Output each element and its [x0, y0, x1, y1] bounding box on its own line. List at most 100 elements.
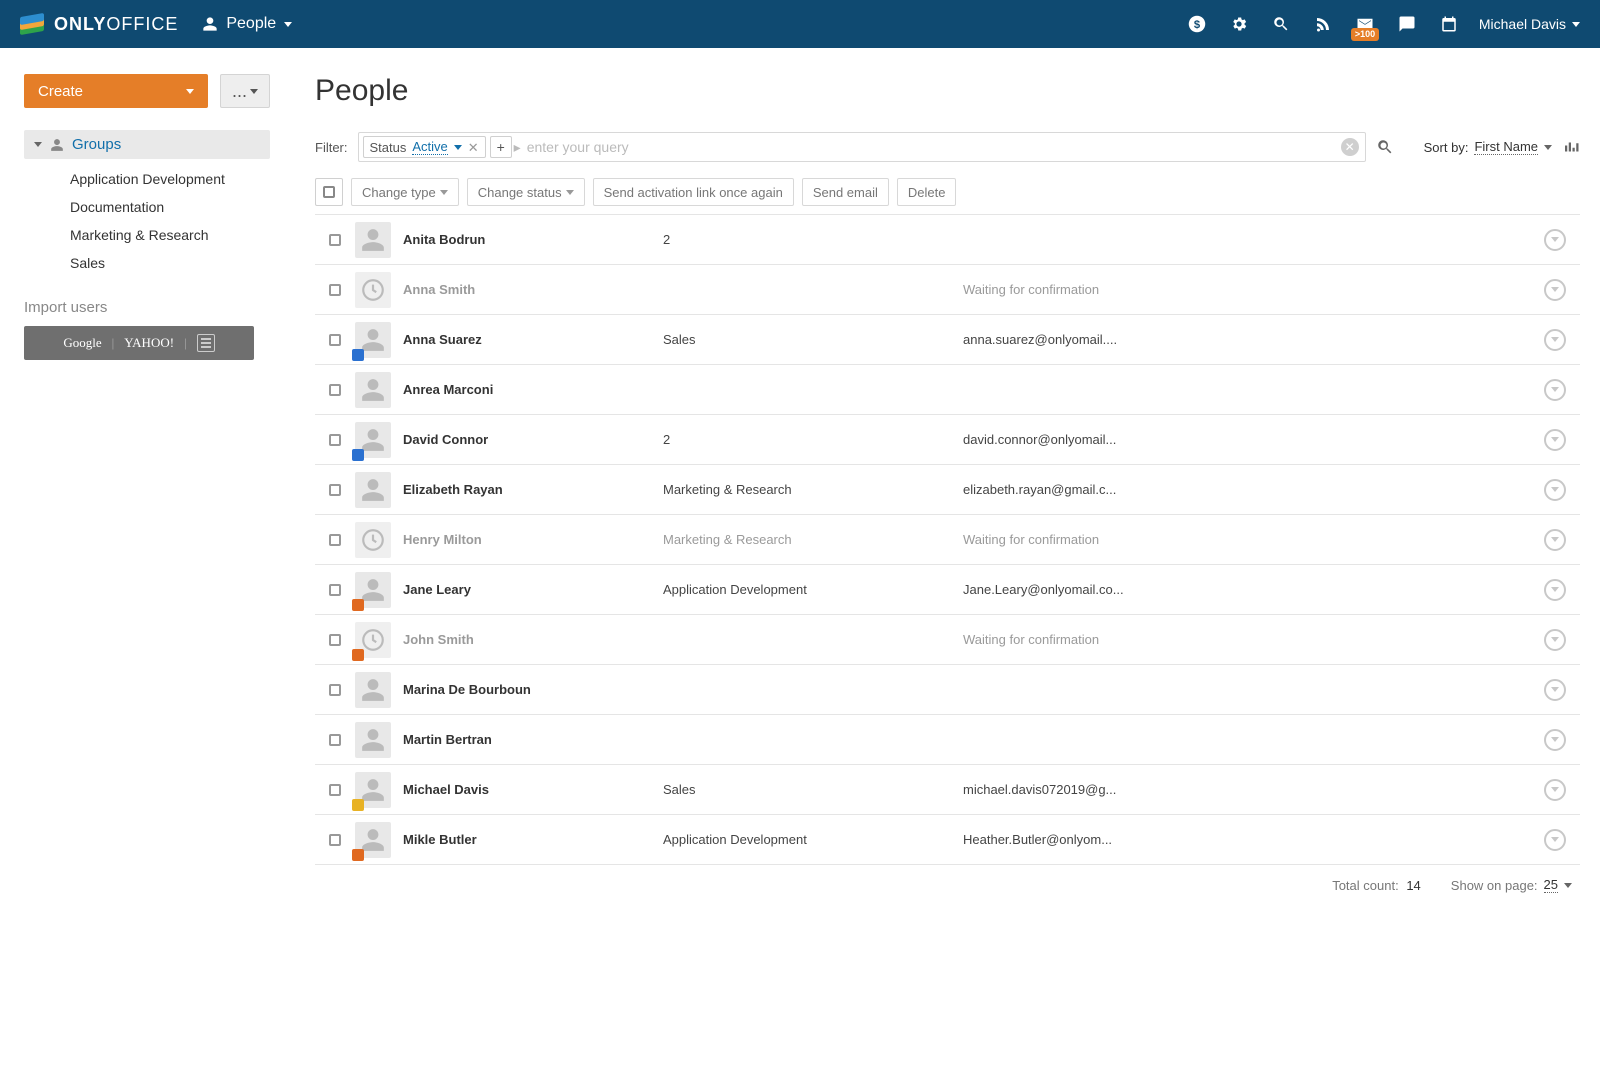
- change-status-button[interactable]: Change status: [467, 178, 585, 206]
- import-users-label: Import users: [24, 299, 270, 316]
- row-actions-menu[interactable]: [1544, 729, 1566, 751]
- separator: |: [112, 335, 115, 351]
- current-user-menu[interactable]: Michael Davis: [1479, 16, 1580, 32]
- per-page-selector[interactable]: Show on page: 25: [1451, 877, 1572, 893]
- table-row: Anna SuarezSalesanna.suarez@onlyomail...…: [315, 315, 1580, 365]
- row-actions-menu[interactable]: [1544, 479, 1566, 501]
- import-providers[interactable]: Google | YAHOO! |: [24, 326, 254, 360]
- row-checkbox[interactable]: [329, 634, 341, 646]
- more-actions-button[interactable]: ...: [220, 74, 270, 108]
- sort-value[interactable]: First Name: [1474, 139, 1538, 155]
- row-actions-menu[interactable]: [1544, 579, 1566, 601]
- feed-icon[interactable]: [1313, 14, 1333, 34]
- logo-icon: [20, 13, 44, 35]
- row-actions-menu[interactable]: [1544, 379, 1566, 401]
- person-name[interactable]: Anrea Marconi: [403, 382, 663, 397]
- row-actions-menu[interactable]: [1544, 529, 1566, 551]
- chat-icon[interactable]: [1397, 14, 1417, 34]
- person-name[interactable]: Michael Davis: [403, 782, 663, 797]
- import-other-icon: [197, 334, 215, 352]
- triangle-down-icon: [34, 142, 42, 147]
- brand-logo[interactable]: ONLYOFFICE: [20, 13, 178, 35]
- mail-icon[interactable]: >100: [1355, 14, 1375, 34]
- person-name[interactable]: Henry Milton: [403, 532, 663, 547]
- change-type-button[interactable]: Change type: [351, 178, 459, 206]
- search-icon[interactable]: [1376, 138, 1394, 156]
- person-name[interactable]: Mikle Butler: [403, 832, 663, 847]
- delete-button[interactable]: Delete: [897, 178, 957, 206]
- avatar[interactable]: [355, 472, 391, 508]
- row-checkbox[interactable]: [329, 484, 341, 496]
- row-actions-menu[interactable]: [1544, 279, 1566, 301]
- row-checkbox[interactable]: [329, 584, 341, 596]
- row-checkbox[interactable]: [329, 384, 341, 396]
- row-checkbox[interactable]: [329, 234, 341, 246]
- avatar[interactable]: [355, 622, 391, 658]
- avatar[interactable]: [355, 772, 391, 808]
- group-item[interactable]: Documentation: [24, 193, 270, 221]
- send-activation-button[interactable]: Send activation link once again: [593, 178, 794, 206]
- avatar[interactable]: [355, 822, 391, 858]
- sort-block: Sort by: First Name: [1424, 139, 1552, 155]
- table-row: Anna Smith Waiting for confirmation: [315, 265, 1580, 315]
- row-actions-menu[interactable]: [1544, 429, 1566, 451]
- person-name[interactable]: Anita Bodrun: [403, 232, 663, 247]
- row-actions-menu[interactable]: [1544, 229, 1566, 251]
- row-actions-menu[interactable]: [1544, 679, 1566, 701]
- row-checkbox[interactable]: [329, 434, 341, 446]
- row-actions-menu[interactable]: [1544, 329, 1566, 351]
- avatar[interactable]: [355, 272, 391, 308]
- row-actions-menu[interactable]: [1544, 829, 1566, 851]
- person-name[interactable]: David Connor: [403, 432, 663, 447]
- person-name[interactable]: Jane Leary: [403, 582, 663, 597]
- module-picker[interactable]: People: [202, 15, 292, 33]
- group-item[interactable]: Sales: [24, 249, 270, 277]
- row-checkbox[interactable]: [329, 334, 341, 346]
- settings-icon[interactable]: [1229, 14, 1249, 34]
- group-item[interactable]: Application Development: [24, 165, 270, 193]
- filter-query-input[interactable]: [525, 138, 1337, 156]
- select-all-checkbox[interactable]: [315, 178, 343, 206]
- person-name[interactable]: John Smith: [403, 632, 663, 647]
- search-icon[interactable]: [1271, 14, 1291, 34]
- row-checkbox[interactable]: [329, 784, 341, 796]
- table-row: David Connor2david.connor@onlyomail...: [315, 415, 1580, 465]
- remove-chip-icon[interactable]: ✕: [468, 141, 479, 154]
- person-email: michael.davis072019@g...: [963, 782, 1530, 797]
- row-actions-menu[interactable]: [1544, 779, 1566, 801]
- person-name[interactable]: Anna Smith: [403, 282, 663, 297]
- avatar[interactable]: [355, 522, 391, 558]
- main-content: People Filter: Status Active ✕ + ▸ ✕ Sor…: [295, 48, 1600, 1075]
- group-item[interactable]: Marketing & Research: [24, 221, 270, 249]
- add-filter-button[interactable]: +: [490, 136, 512, 158]
- row-checkbox[interactable]: [329, 534, 341, 546]
- avatar[interactable]: [355, 672, 391, 708]
- person-name[interactable]: Anna Suarez: [403, 332, 663, 347]
- avatar[interactable]: [355, 222, 391, 258]
- person-email: Waiting for confirmation: [963, 282, 1530, 297]
- person-name[interactable]: Elizabeth Rayan: [403, 482, 663, 497]
- clear-filter-icon[interactable]: ✕: [1341, 138, 1359, 156]
- caret-down-icon: [1572, 22, 1580, 27]
- payments-icon[interactable]: [1187, 14, 1207, 34]
- calendar-icon[interactable]: [1439, 14, 1459, 34]
- groups-tree-toggle[interactable]: Groups: [24, 130, 270, 159]
- avatar[interactable]: [355, 722, 391, 758]
- avatar[interactable]: [355, 572, 391, 608]
- send-email-button[interactable]: Send email: [802, 178, 889, 206]
- filter-row: Filter: Status Active ✕ + ▸ ✕ Sort by: F…: [315, 132, 1580, 162]
- sort-direction-icon[interactable]: [1562, 138, 1580, 156]
- row-checkbox[interactable]: [329, 834, 341, 846]
- avatar[interactable]: [355, 322, 391, 358]
- row-checkbox[interactable]: [329, 734, 341, 746]
- row-checkbox[interactable]: [329, 284, 341, 296]
- row-checkbox[interactable]: [329, 684, 341, 696]
- row-actions-menu[interactable]: [1544, 629, 1566, 651]
- person-name[interactable]: Martin Bertran: [403, 732, 663, 747]
- create-button[interactable]: Create: [24, 74, 208, 108]
- person-name[interactable]: Marina De Bourboun: [403, 682, 663, 697]
- filter-chip-status[interactable]: Status Active ✕: [363, 136, 486, 158]
- avatar[interactable]: [355, 372, 391, 408]
- avatar[interactable]: [355, 422, 391, 458]
- bulk-actions: Change type Change status Send activatio…: [315, 178, 1580, 206]
